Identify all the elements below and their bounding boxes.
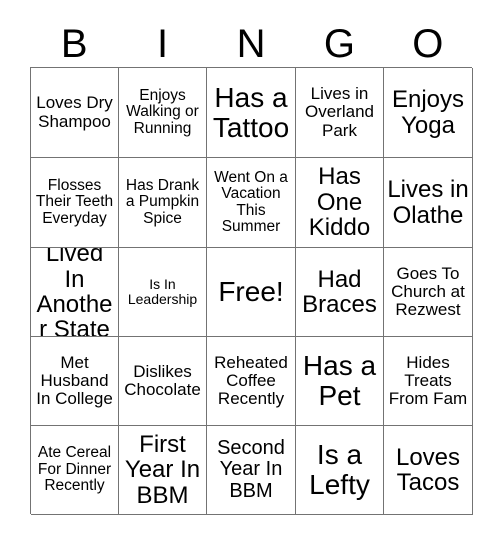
bingo-header-letter-b: B: [60, 21, 88, 66]
bingo-cell-label: Has a Pet: [302, 350, 377, 411]
bingo-cell-r2c5[interactable]: Lives in Olathe: [384, 158, 473, 248]
bingo-cell-label: Has a Tattoo: [212, 81, 290, 143]
bingo-cell-r3c1[interactable]: Lived In Another State: [31, 248, 119, 337]
bingo-cell-label: Second Year In BBM: [217, 437, 285, 502]
bingo-cell-r1c1[interactable]: Loves Dry Shampoo: [31, 68, 119, 158]
bingo-cell-r1c5[interactable]: Enjoys Yoga: [384, 68, 473, 158]
bingo-cell-label: Dislikes Chocolate: [124, 361, 201, 399]
bingo-cell-r1c3[interactable]: Has a Tattoo: [207, 68, 296, 158]
bingo-cell-label: Lives in Overland Park: [305, 84, 374, 140]
bingo-cell-r5c5[interactable]: Loves Tacos: [384, 426, 473, 515]
bingo-cell-label: Flosses Their Teeth Everyday: [35, 176, 114, 227]
bingo-cell-r5c2[interactable]: First Year In BBM: [119, 426, 207, 515]
bingo-cell-label: Free!: [218, 276, 284, 308]
bingo-cell-label: Enjoys Walking or Running: [126, 86, 199, 137]
bingo-card: B I N G O Loves Dry Shampoo Enjoys Walki…: [0, 0, 500, 544]
bingo-cell-label: Has Drank a Pumpkin Spice: [125, 176, 200, 227]
bingo-cell-label: Ate Cereal For Dinner Recently: [37, 444, 112, 495]
bingo-cell-label: Hides Treats From Fam: [388, 352, 468, 408]
bingo-header-letter-o: O: [412, 21, 444, 66]
bingo-cell-r3c4[interactable]: Had Braces: [296, 248, 384, 337]
bingo-cell-label: Reheated Coffee Recently: [214, 352, 288, 408]
bingo-cell-r4c1[interactable]: Met Husband In College: [31, 337, 119, 426]
bingo-cell-label: Enjoys Yoga: [391, 86, 465, 139]
bingo-cell-label: Loves Tacos: [395, 443, 461, 496]
bingo-cell-r3c2[interactable]: Is In Leadership: [119, 248, 207, 337]
bingo-header-letter-i: I: [157, 21, 169, 66]
bingo-cell-r1c4[interactable]: Lives in Overland Park: [296, 68, 384, 158]
bingo-cell-label: Had Braces: [302, 265, 377, 318]
bingo-cell-r2c4[interactable]: Has One Kiddo: [296, 158, 384, 248]
bingo-header: B I N G O: [30, 20, 472, 67]
bingo-cell-r2c3[interactable]: Went On a Vacation This Summer: [207, 158, 296, 248]
bingo-cell-r1c2[interactable]: Enjoys Walking or Running: [119, 68, 207, 158]
bingo-cell-r5c1[interactable]: Ate Cereal For Dinner Recently: [31, 426, 119, 515]
bingo-cell-r4c2[interactable]: Dislikes Chocolate: [119, 337, 207, 426]
bingo-cell-r4c5[interactable]: Hides Treats From Fam: [384, 337, 473, 426]
bingo-cell-label: Loves Dry Shampoo: [36, 93, 113, 131]
bingo-grid: Loves Dry Shampoo Enjoys Walking or Runn…: [30, 67, 473, 515]
bingo-cell-label: Is a Lefty: [309, 439, 370, 500]
bingo-cell-free-space[interactable]: Free!: [207, 248, 296, 337]
bingo-cell-r4c4[interactable]: Has a Pet: [296, 337, 384, 426]
bingo-cell-r5c4[interactable]: Is a Lefty: [296, 426, 384, 515]
bingo-header-letter-n: N: [236, 21, 266, 66]
bingo-cell-label: Lived In Another State: [36, 248, 113, 337]
bingo-cell-label: First Year In BBM: [124, 430, 201, 509]
bingo-cell-label: Met Husband In College: [36, 352, 113, 408]
bingo-cell-label: Went On a Vacation This Summer: [214, 168, 288, 235]
bingo-cell-label: Goes To Church at Rezwest: [391, 263, 465, 319]
bingo-cell-r4c3[interactable]: Reheated Coffee Recently: [207, 337, 296, 426]
bingo-cell-r2c1[interactable]: Flosses Their Teeth Everyday: [31, 158, 119, 248]
bingo-cell-r3c5[interactable]: Goes To Church at Rezwest: [384, 248, 473, 337]
bingo-header-letter-g: G: [323, 21, 355, 66]
bingo-cell-r2c2[interactable]: Has Drank a Pumpkin Spice: [119, 158, 207, 248]
bingo-cell-r5c3[interactable]: Second Year In BBM: [207, 426, 296, 515]
bingo-cell-label: Lives in Olathe: [387, 176, 469, 229]
bingo-cell-label: Is In Leadership: [127, 276, 198, 307]
bingo-cell-label: Has One Kiddo: [308, 163, 371, 242]
